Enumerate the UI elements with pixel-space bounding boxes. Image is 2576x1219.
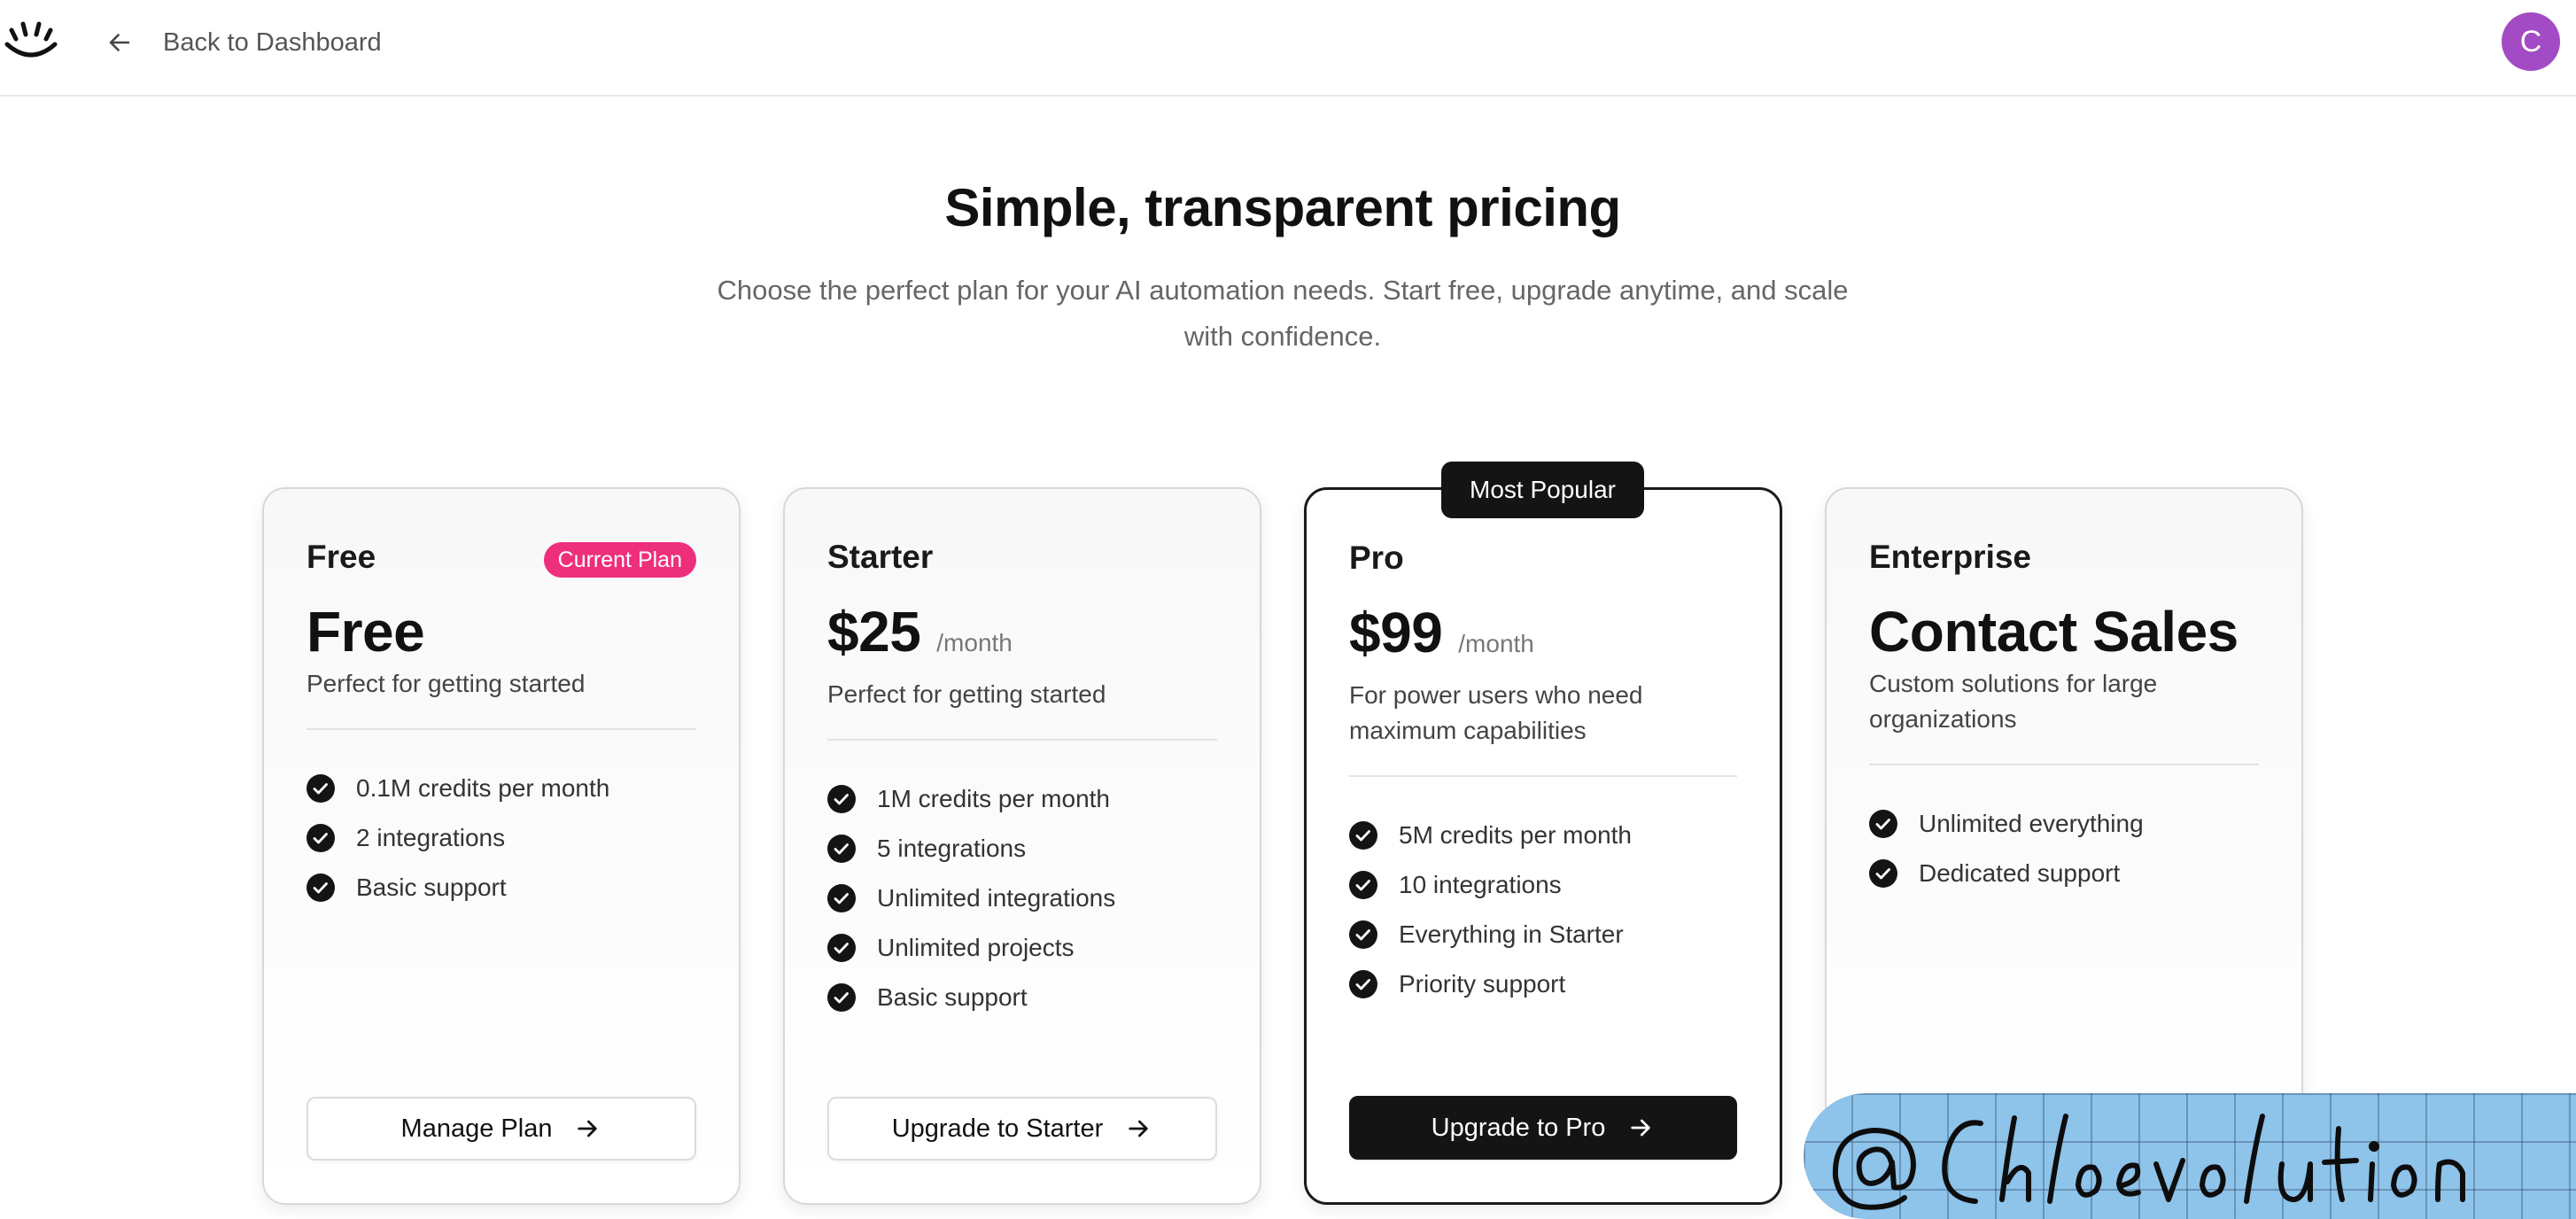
feature-label: Unlimited everything <box>1919 810 2144 837</box>
feature-label: Dedicated support <box>1919 859 2121 887</box>
button-label: Upgrade to Starter <box>891 1114 1104 1143</box>
back-link-label: Back to Dashboard <box>163 27 382 57</box>
plan-price: $99 <box>1349 601 1443 664</box>
page-title: Simple, transparent pricing <box>944 178 1621 237</box>
top-bar: Back to Dashboard C <box>0 0 2576 97</box>
check-circle-icon <box>306 824 335 852</box>
page-subtitle: Choose the perfect plan for your AI auto… <box>717 275 1849 352</box>
feature-item: 1M credits per month <box>827 774 1217 824</box>
sun-logo-icon[interactable] <box>4 21 58 64</box>
feature-item: Priority support <box>1349 959 1737 1009</box>
feature-item: Basic support <box>827 973 1217 1022</box>
signature-watermark <box>1804 1093 2576 1219</box>
check-circle-icon <box>1349 970 1377 998</box>
feature-label: 0.1M credits per month <box>356 774 610 802</box>
feature-item: Unlimited everything <box>1869 799 2259 849</box>
price-row: Contact Sales <box>1869 599 2259 664</box>
feature-item: Basic support <box>306 863 696 912</box>
plan-name: Starter <box>827 539 934 575</box>
check-circle-icon <box>1869 810 1897 838</box>
check-circle-icon <box>827 934 856 962</box>
feature-item: Everything in Starter <box>1349 910 1737 959</box>
plan-description: For power users who need maximum capabil… <box>1349 681 1643 744</box>
feature-item: 10 integrations <box>1349 860 1737 910</box>
feature-label: 5 integrations <box>877 835 1027 862</box>
check-circle-icon <box>306 774 335 803</box>
feature-label: Unlimited integrations <box>877 884 1116 912</box>
feature-item: 0.1M credits per month <box>306 764 696 813</box>
feature-label: 10 integrations <box>1399 871 1562 898</box>
price-row: $99 /month <box>1349 600 1737 664</box>
check-circle-icon <box>306 873 335 902</box>
plan-card-free: Free Current Plan Free Perfect for getti… <box>262 487 741 1205</box>
feature-list: 0.1M credits per month 2 integrations Ba… <box>306 764 696 912</box>
feature-label: Basic support <box>877 983 1028 1011</box>
feature-label: 2 integrations <box>356 824 506 851</box>
most-popular-badge: Most Popular <box>1441 462 1644 518</box>
feature-label: Everything in Starter <box>1399 920 1624 948</box>
feature-label: Priority support <box>1399 970 1566 998</box>
arrow-left-icon <box>109 34 130 51</box>
feature-item: 2 integrations <box>306 813 696 863</box>
plan-description: Perfect for getting started <box>306 670 586 697</box>
feature-item: 5M credits per month <box>1349 811 1737 860</box>
divider <box>827 739 1217 741</box>
upgrade-to-starter-button[interactable]: Upgrade to Starter <box>827 1097 1217 1161</box>
feature-item: 5 integrations <box>827 824 1217 873</box>
check-circle-icon <box>1349 821 1377 850</box>
signature-watermark-drawing <box>1832 1114 2465 1210</box>
feature-list: 1M credits per month 5 integrations Unli… <box>827 774 1217 1022</box>
feature-list: Unlimited everything Dedicated support <box>1869 799 2259 898</box>
check-circle-icon <box>1869 859 1897 888</box>
check-circle-icon <box>827 983 856 1012</box>
plan-card-pro: Most Popular Pro $99 /month For power us… <box>1304 462 1782 1205</box>
feature-label: 1M credits per month <box>877 785 1110 812</box>
plan-card-starter: Starter $25 /month Perfect for getting s… <box>783 487 1261 1205</box>
button-label: Upgrade to Pro <box>1431 1113 1606 1142</box>
upgrade-to-pro-button[interactable]: Upgrade to Pro <box>1349 1096 1737 1160</box>
price-row: Free <box>306 599 696 664</box>
plan-name: Enterprise <box>1869 539 2032 575</box>
feature-label: Unlimited projects <box>877 934 1075 961</box>
feature-label: 5M credits per month <box>1399 821 1632 849</box>
back-to-dashboard-link[interactable]: Back to Dashboard <box>105 23 382 62</box>
plan-price: Contact Sales <box>1869 600 2238 664</box>
plan-description: Custom solutions for large organizations <box>1869 670 2158 733</box>
check-circle-icon <box>1349 871 1377 899</box>
plan-price: $25 <box>827 600 921 664</box>
plan-price: Free <box>306 600 425 664</box>
price-row: $25 /month <box>827 599 1217 664</box>
arrow-right-icon <box>578 1120 598 1137</box>
feature-item: Unlimited projects <box>827 923 1217 973</box>
divider <box>1349 775 1737 777</box>
check-circle-icon <box>827 884 856 912</box>
current-plan-badge: Current Plan <box>543 542 696 578</box>
feature-item: Dedicated support <box>1869 849 2259 898</box>
user-avatar[interactable]: C <box>2502 12 2560 71</box>
plan-name: Pro <box>1349 540 1404 576</box>
arrow-right-icon <box>1631 1119 1650 1137</box>
feature-item: Unlimited integrations <box>827 873 1217 923</box>
feature-label: Basic support <box>356 873 507 901</box>
plan-period: /month <box>1458 630 1534 657</box>
arrow-right-icon <box>1129 1120 1148 1137</box>
divider <box>306 728 696 730</box>
plan-description: Perfect for getting started <box>827 680 1106 708</box>
plan-period: /month <box>936 629 1013 656</box>
check-circle-icon <box>1349 920 1377 949</box>
manage-plan-button[interactable]: Manage Plan <box>306 1097 696 1161</box>
button-label: Manage Plan <box>400 1114 553 1143</box>
feature-list: 5M credits per month 10 integrations Eve… <box>1349 811 1737 1009</box>
divider <box>1869 764 2259 765</box>
check-circle-icon <box>827 785 856 813</box>
check-circle-icon <box>827 835 856 863</box>
